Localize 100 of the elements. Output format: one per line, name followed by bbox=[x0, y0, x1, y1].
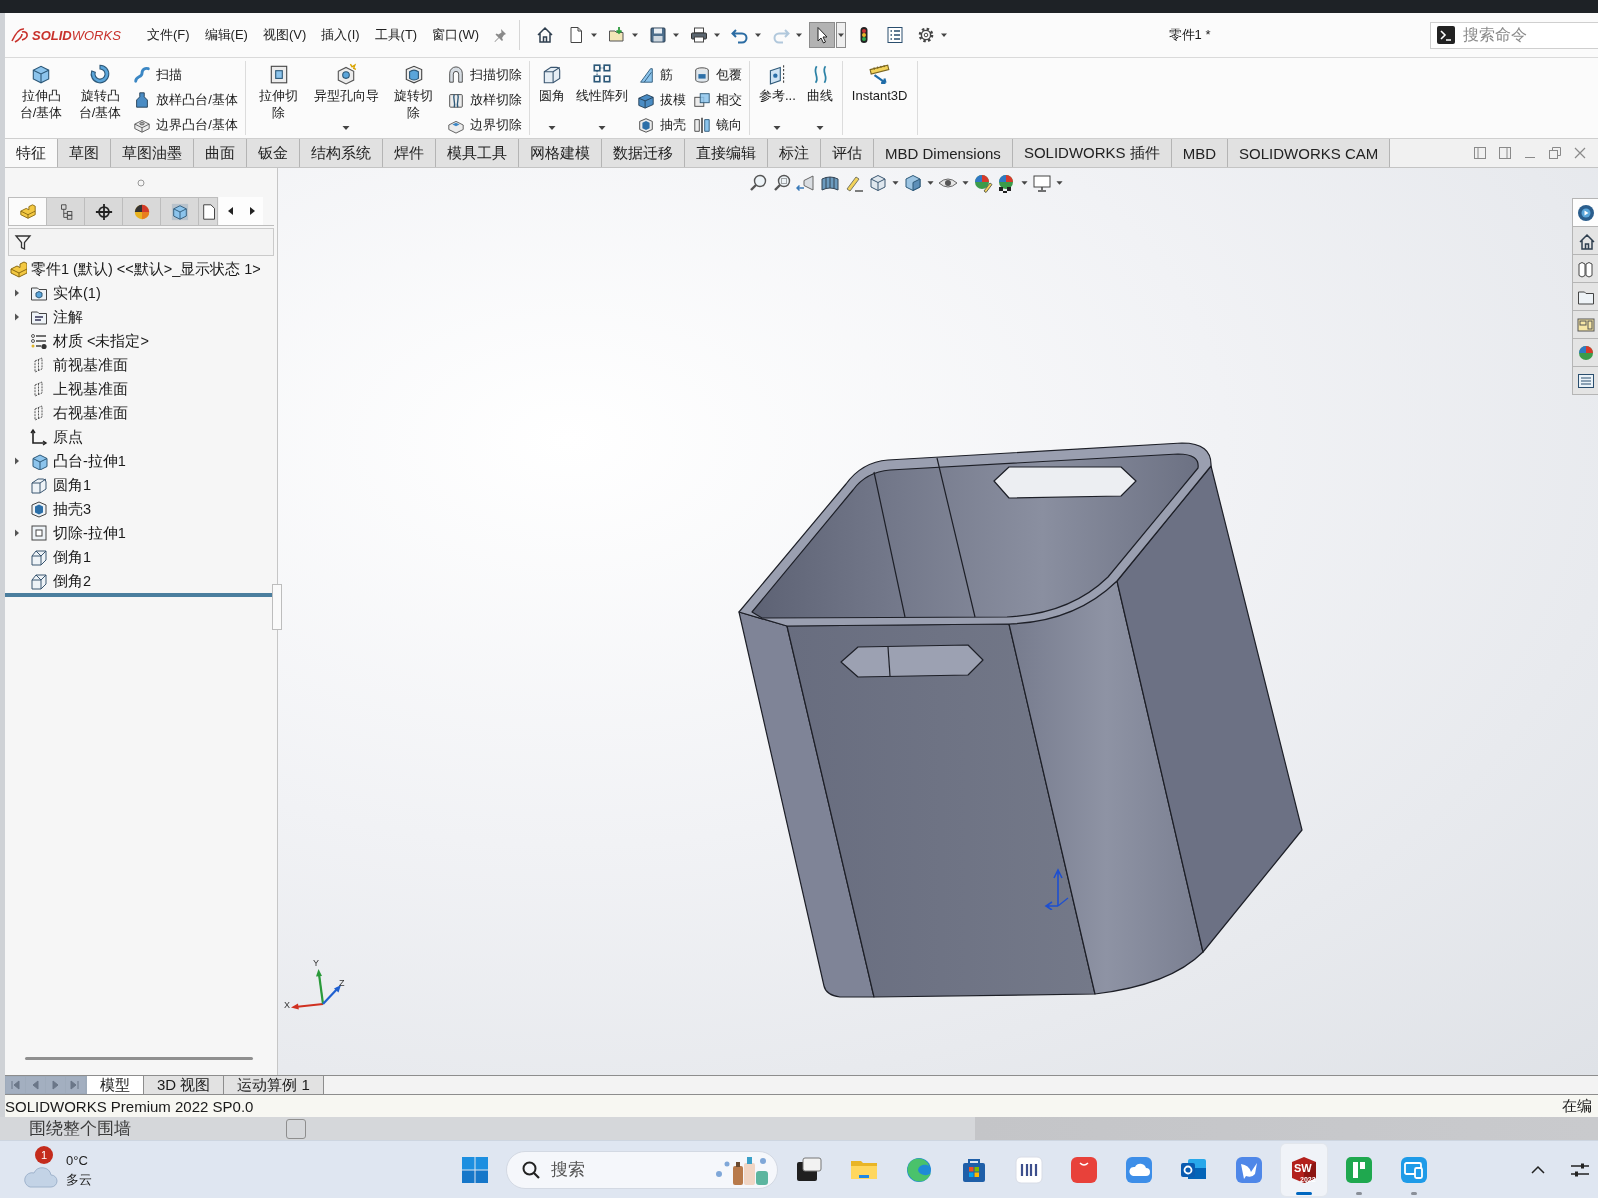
task-pane-tab[interactable] bbox=[1572, 254, 1598, 283]
ribbon-command[interactable]: 拉伸凸台/基体 bbox=[15, 63, 68, 133]
sheet-tab[interactable]: 3D 视图 bbox=[144, 1076, 225, 1094]
ribbon-command[interactable]: 拉伸切除 bbox=[252, 63, 305, 133]
ribbon-command[interactable]: 镜向 bbox=[693, 114, 742, 135]
menu-item[interactable]: 视图(V) bbox=[262, 26, 307, 44]
ribbon-command[interactable]: 放样凸台/基体 bbox=[133, 89, 238, 110]
sliders-icon[interactable] bbox=[1570, 1161, 1590, 1178]
ribbon-command[interactable]: 拔模 bbox=[637, 89, 686, 110]
tree-item[interactable]: 右视基准面 bbox=[53, 403, 128, 423]
command-tab[interactable]: 特征 bbox=[5, 139, 58, 167]
caret-icon[interactable] bbox=[1056, 180, 1063, 186]
panel-collapse-handle[interactable] bbox=[272, 584, 282, 630]
caret-icon[interactable] bbox=[892, 180, 899, 186]
sheet-tab[interactable]: 运动算例 1 bbox=[224, 1076, 324, 1094]
ribbon-command[interactable]: 包覆 bbox=[693, 64, 742, 85]
ribbon-command[interactable]: 边界凸台/基体 bbox=[133, 114, 238, 135]
manager-tab[interactable] bbox=[122, 197, 161, 225]
cube-outline-icon[interactable] bbox=[868, 173, 888, 193]
tree-item[interactable]: 凸台-拉伸1 bbox=[53, 451, 126, 471]
tree-item[interactable]: 切除-拉伸1 bbox=[53, 523, 126, 543]
command-tab[interactable]: 曲面 bbox=[194, 139, 247, 167]
menu-item[interactable]: 工具(T) bbox=[374, 26, 418, 44]
command-tab[interactable]: 标注 bbox=[768, 139, 821, 167]
ribbon-command[interactable]: 曲线 bbox=[804, 63, 835, 133]
ribbon-command[interactable]: Instant3D bbox=[849, 63, 910, 133]
ribbon-command[interactable]: 旋转切除 bbox=[387, 63, 440, 133]
tree-item[interactable]: 圆角1 bbox=[53, 475, 92, 495]
restore-icon[interactable] bbox=[1549, 147, 1561, 159]
expand-caret-icon[interactable] bbox=[13, 528, 21, 538]
manager-tab[interactable] bbox=[84, 197, 123, 225]
ribbon-command[interactable]: 抽壳 bbox=[637, 114, 686, 135]
command-tab[interactable]: SOLIDWORKS 插件 bbox=[1012, 139, 1172, 167]
splitter-dot-icon[interactable] bbox=[137, 178, 145, 187]
ribbon-command[interactable]: 扫描切除 bbox=[447, 64, 522, 85]
tree-item[interactable]: 上视基准面 bbox=[53, 379, 128, 399]
checkbox[interactable] bbox=[286, 1118, 306, 1139]
caret-icon[interactable] bbox=[548, 125, 556, 131]
command-tab[interactable]: 直接编辑 bbox=[685, 139, 768, 167]
caret-icon[interactable] bbox=[598, 125, 606, 131]
ribbon-command[interactable]: 放样切除 bbox=[447, 89, 522, 110]
start-grid-icon[interactable] bbox=[460, 1154, 490, 1185]
search-input[interactable]: 搜索命令 bbox=[1463, 26, 1598, 44]
search-input[interactable]: 搜索 bbox=[551, 1159, 701, 1180]
tree-item[interactable]: 倒角2 bbox=[53, 571, 92, 591]
task-pane-tab[interactable] bbox=[1572, 198, 1598, 227]
dock-left-icon[interactable] bbox=[1474, 147, 1486, 159]
pin-icon[interactable] bbox=[493, 28, 508, 42]
command-tab[interactable]: 钣金 bbox=[247, 139, 300, 167]
ribbon-command[interactable]: 圆角 bbox=[537, 63, 567, 133]
tree-item[interactable]: 倒角1 bbox=[53, 547, 92, 567]
dock-right-icon[interactable] bbox=[1499, 147, 1511, 159]
tree-item[interactable]: 前视基准面 bbox=[53, 355, 128, 375]
expand-caret-icon[interactable] bbox=[13, 456, 21, 466]
task-pane-tab[interactable] bbox=[1572, 226, 1598, 255]
tree-item[interactable]: 实体(1) bbox=[53, 283, 101, 303]
command-search-box[interactable]: 搜索命令 bbox=[1430, 21, 1598, 49]
ribbon-command[interactable]: 相交 bbox=[693, 89, 742, 110]
expand-caret-icon[interactable] bbox=[13, 312, 21, 322]
caret-left-icon[interactable] bbox=[227, 207, 233, 215]
expand-caret-icon[interactable] bbox=[13, 288, 21, 298]
tree-item[interactable]: 注解 bbox=[53, 307, 83, 327]
caret-icon[interactable] bbox=[836, 22, 847, 48]
caret-icon[interactable] bbox=[927, 180, 934, 186]
caret-icon[interactable] bbox=[1021, 180, 1028, 186]
tree-item[interactable]: 零件1 (默认) <<默认>_显示状态 1> bbox=[31, 259, 261, 279]
tree-item[interactable]: 原点 bbox=[53, 427, 83, 447]
color-ball-pencil-icon[interactable] bbox=[973, 173, 993, 193]
command-tab[interactable]: 草图 bbox=[58, 139, 111, 167]
command-tab[interactable]: 草图油墨 bbox=[111, 139, 194, 167]
task-pane-tab[interactable] bbox=[1572, 366, 1598, 395]
task-pane-tab[interactable] bbox=[1572, 282, 1598, 311]
magnifier-icon[interactable] bbox=[748, 173, 768, 193]
ribbon-command[interactable]: 筋 bbox=[637, 64, 686, 85]
manager-tab[interactable] bbox=[198, 197, 218, 225]
chevron-up-icon[interactable] bbox=[1530, 1164, 1546, 1175]
command-tab[interactable]: 焊件 bbox=[383, 139, 436, 167]
menu-item[interactable]: 窗口(W) bbox=[432, 26, 480, 44]
command-tab[interactable]: 结构系统 bbox=[300, 139, 383, 167]
scrollbar[interactable] bbox=[25, 1057, 253, 1060]
menu-item[interactable]: 编辑(E) bbox=[204, 26, 248, 44]
magnifier-box-icon[interactable] bbox=[772, 173, 792, 193]
cursor-icon[interactable] bbox=[809, 22, 836, 48]
tree-item[interactable]: 抽壳3 bbox=[53, 499, 92, 519]
command-tab[interactable]: 网格建模 bbox=[519, 139, 602, 167]
task-pane-tab[interactable] bbox=[1572, 338, 1598, 367]
ribbon-command[interactable]: 旋转凸台/基体 bbox=[74, 63, 127, 133]
striped-cylinder-icon[interactable] bbox=[820, 173, 840, 193]
caret-icon[interactable] bbox=[342, 125, 351, 131]
command-tab[interactable]: 模具工具 bbox=[436, 139, 519, 167]
ribbon-command[interactable]: 边界切除 bbox=[447, 114, 522, 135]
caret-icon[interactable] bbox=[962, 180, 969, 186]
ribbon-command[interactable]: 线性阵列 bbox=[574, 63, 630, 133]
shaded-cube-icon[interactable] bbox=[903, 173, 923, 193]
tree-item[interactable]: 材质 <未指定> bbox=[53, 331, 149, 351]
menu-item[interactable]: 插入(I) bbox=[321, 26, 360, 44]
arrow-cone-icon[interactable] bbox=[796, 173, 816, 193]
close-icon[interactable] bbox=[1574, 147, 1586, 159]
command-tab[interactable]: 评估 bbox=[821, 139, 874, 167]
ribbon-command[interactable]: 参考... bbox=[757, 63, 798, 133]
